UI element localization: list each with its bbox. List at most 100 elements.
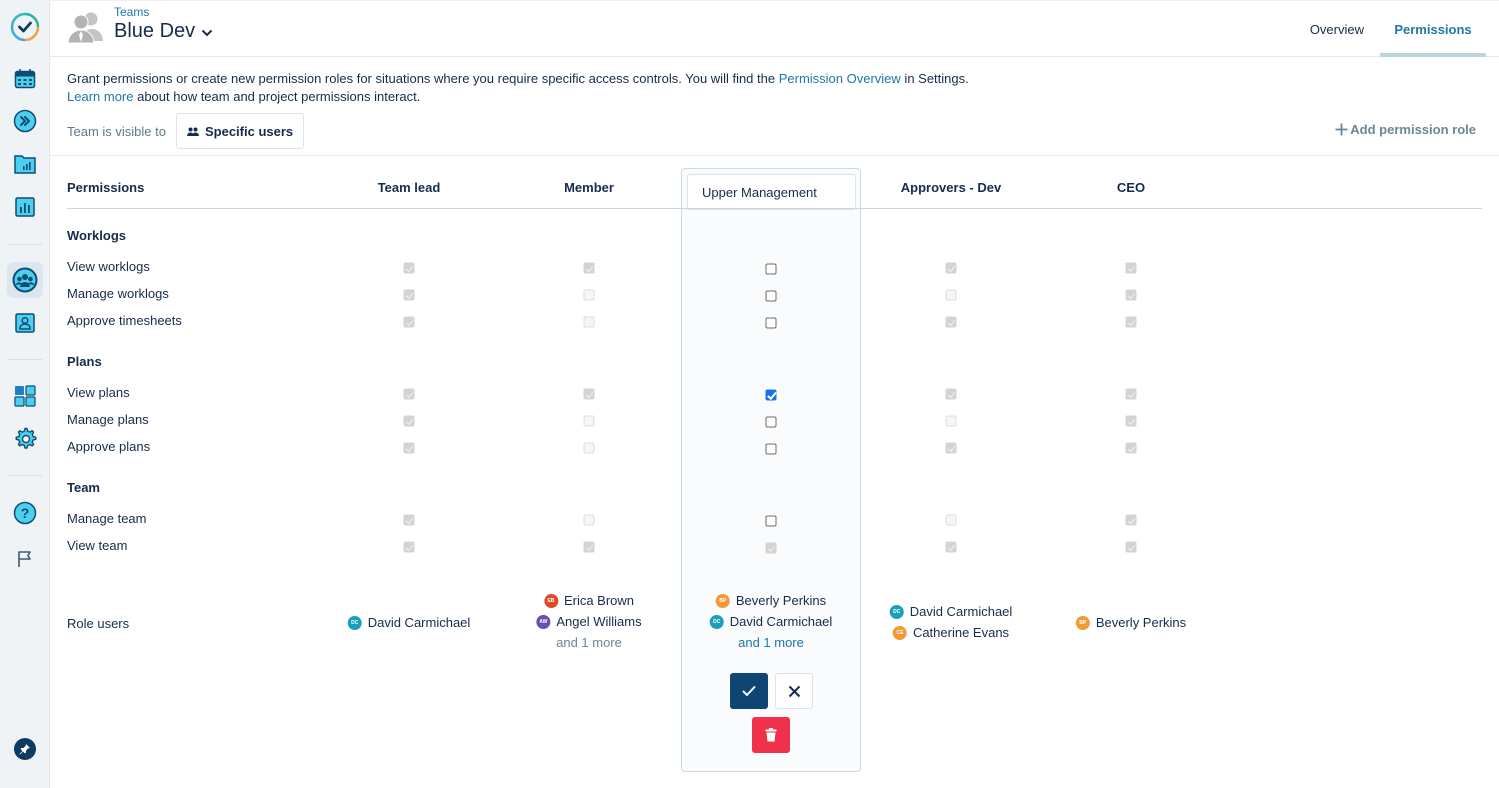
role-user[interactable]: DC David Carmichael bbox=[709, 614, 832, 629]
add-permission-role-button[interactable]: Add permission role bbox=[1335, 122, 1476, 137]
column-header-role: Team lead bbox=[377, 180, 441, 195]
user-name: Beverly Perkins bbox=[1095, 615, 1187, 630]
confirm-button[interactable] bbox=[730, 673, 768, 709]
permission-checkbox[interactable] bbox=[765, 263, 777, 275]
pin-icon bbox=[14, 738, 36, 760]
sidebar-divider bbox=[8, 244, 42, 245]
permission-checkbox[interactable] bbox=[765, 389, 777, 401]
permission-checkbox[interactable] bbox=[765, 290, 777, 302]
permission-checkbox[interactable] bbox=[765, 317, 777, 329]
calendar-icon bbox=[14, 69, 36, 89]
team-selector[interactable]: Blue Dev bbox=[114, 20, 213, 43]
permission-checkbox bbox=[945, 541, 957, 553]
sidebar-item-forward[interactable] bbox=[7, 103, 43, 139]
visibility-button[interactable]: Specific users bbox=[175, 113, 305, 149]
learn-more-link[interactable]: Learn more bbox=[67, 89, 133, 104]
role-user[interactable]: DC David Carmichael bbox=[347, 615, 471, 630]
avatar: EB bbox=[543, 593, 558, 608]
flag-icon bbox=[18, 551, 31, 567]
cancel-button[interactable] bbox=[775, 673, 813, 709]
sidebar-item-apps[interactable] bbox=[7, 378, 43, 414]
row-label: Approve timesheets bbox=[67, 313, 182, 328]
role-users-list: BP Beverly Perkins bbox=[1075, 615, 1187, 630]
help-icon: ? bbox=[13, 501, 37, 525]
permission-checkbox bbox=[945, 442, 957, 454]
sidebar-item-people[interactable] bbox=[7, 305, 43, 341]
sidebar-item-folder-reports[interactable] bbox=[7, 146, 43, 182]
sidebar-item-calendar[interactable] bbox=[7, 61, 43, 97]
group-title-team: Team bbox=[67, 480, 100, 495]
page-header: Teams Blue Dev Overview Permissions bbox=[50, 0, 1499, 57]
avatar: BP bbox=[715, 593, 730, 608]
team-icon bbox=[12, 267, 38, 293]
sidebar-item-settings[interactable] bbox=[7, 421, 43, 457]
permission-checkbox[interactable] bbox=[765, 443, 777, 455]
permission-checkbox[interactable] bbox=[765, 416, 777, 428]
row-label: Manage plans bbox=[67, 412, 149, 427]
avatar: CE bbox=[892, 625, 907, 640]
permission-checkbox bbox=[403, 541, 415, 553]
visibility-label: Team is visible to bbox=[67, 123, 166, 139]
permission-checkbox bbox=[403, 415, 415, 427]
more-users-link[interactable]: and 1 more bbox=[556, 635, 622, 650]
row-label: Manage team bbox=[67, 511, 147, 526]
permission-checkbox bbox=[583, 541, 595, 553]
tab-permissions[interactable]: Permissions bbox=[1380, 1, 1486, 57]
permission-checkbox bbox=[1125, 289, 1137, 301]
sidebar-item-help[interactable]: ? bbox=[7, 495, 43, 531]
permission-checkbox bbox=[583, 514, 595, 526]
close-icon bbox=[788, 685, 800, 697]
permission-checkbox bbox=[403, 442, 415, 454]
permission-overview-link[interactable]: Permission Overview bbox=[779, 71, 901, 86]
column-header-permissions: Permissions bbox=[67, 180, 145, 195]
tab-overview[interactable]: Overview bbox=[1294, 1, 1380, 57]
tab-bar: Overview Permissions bbox=[1294, 1, 1499, 57]
role-user[interactable]: CE Catherine Evans bbox=[892, 625, 1009, 640]
breadcrumb-teams[interactable]: Teams bbox=[114, 5, 149, 19]
sidebar-item-feedback[interactable] bbox=[7, 541, 43, 577]
permission-checkbox bbox=[583, 388, 595, 400]
role-user[interactable]: AW Angel Williams bbox=[536, 614, 642, 629]
more-users-link[interactable]: and 1 more bbox=[738, 635, 804, 650]
intro-text-part: Grant permissions or create new permissi… bbox=[67, 71, 779, 86]
check-circle-logo-icon bbox=[10, 12, 40, 42]
permission-checkbox bbox=[1125, 415, 1137, 427]
avatar: BP bbox=[1075, 615, 1090, 630]
sidebar-item-pin[interactable] bbox=[7, 731, 43, 767]
permission-checkbox bbox=[945, 415, 957, 427]
app-logo[interactable] bbox=[7, 9, 43, 45]
role-user[interactable]: BP Beverly Perkins bbox=[715, 593, 827, 608]
avatar: AW bbox=[536, 614, 551, 629]
user-name: Beverly Perkins bbox=[735, 593, 827, 608]
sidebar-item-teams[interactable] bbox=[7, 262, 43, 298]
role-users-list: DC David Carmichael CE Catherine Evans bbox=[889, 604, 1012, 640]
permission-checkbox bbox=[403, 262, 415, 274]
sidebar-item-reports[interactable] bbox=[7, 189, 43, 225]
role-edit-actions bbox=[730, 673, 813, 709]
role-user[interactable]: BP Beverly Perkins bbox=[1075, 615, 1187, 630]
permission-checkbox[interactable] bbox=[765, 515, 777, 527]
permission-checkbox bbox=[583, 316, 595, 328]
role-user[interactable]: EB Erica Brown bbox=[543, 593, 634, 608]
plus-icon bbox=[1335, 123, 1348, 136]
permission-checkbox bbox=[1125, 316, 1137, 328]
trash-icon bbox=[765, 728, 777, 742]
intro-text-part: about how team and project permissions i… bbox=[133, 89, 421, 104]
permission-checkbox bbox=[1125, 514, 1137, 526]
permission-checkbox bbox=[403, 388, 415, 400]
add-permission-role-label: Add permission role bbox=[1350, 122, 1476, 137]
role-name-input[interactable] bbox=[687, 174, 856, 210]
row-label: Approve plans bbox=[67, 439, 151, 454]
permission-checkbox bbox=[403, 514, 415, 526]
avatar: DC bbox=[347, 615, 362, 630]
sidebar-divider bbox=[8, 475, 42, 476]
header-divider bbox=[67, 208, 1482, 209]
column-header-role: Approvers - Dev bbox=[900, 180, 1002, 195]
role-user[interactable]: DC David Carmichael bbox=[889, 604, 1012, 619]
permission-checkbox bbox=[583, 442, 595, 454]
sidebar-divider bbox=[8, 359, 42, 360]
user-name: David Carmichael bbox=[367, 615, 471, 630]
sidebar: ? bbox=[0, 0, 50, 788]
permission-checkbox bbox=[945, 289, 957, 301]
delete-role-button[interactable] bbox=[752, 717, 790, 753]
